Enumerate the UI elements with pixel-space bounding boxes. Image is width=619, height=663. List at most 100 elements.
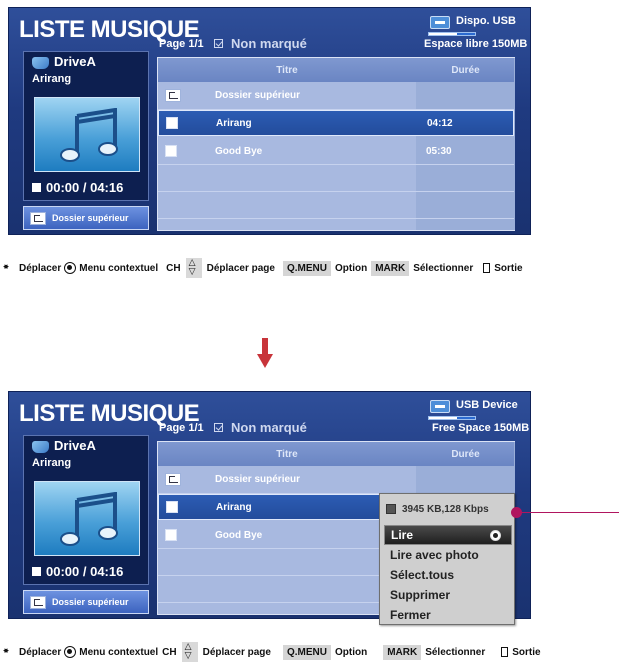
exit-icon <box>501 647 509 657</box>
menu-item-delete[interactable]: Supprimer <box>384 585 512 605</box>
help-context: Menu contextuel <box>79 262 159 274</box>
row-title: Arirang <box>216 117 252 129</box>
ok-button-icon <box>64 262 77 274</box>
menu-item-label: Lire <box>391 528 414 542</box>
row-checkbox[interactable] <box>165 529 177 541</box>
callout-line <box>519 512 619 513</box>
help-select: Sélectionner <box>425 646 486 658</box>
arrows-icon <box>3 645 16 658</box>
table-row[interactable]: Arirang 04:12 <box>158 110 514 136</box>
usb-free-space: Free Space 150MB <box>432 422 530 434</box>
usb-device-label: USB Device <box>456 399 518 411</box>
menu-item-play-with-photo[interactable]: Lire avec photo <box>384 545 512 565</box>
usb-free-space: Espace libre 150MB <box>424 38 528 50</box>
menu-item-label: Supprimer <box>390 588 451 602</box>
file-info: 3945 KB,128 Kbps <box>380 496 514 522</box>
mark-status: Non marqué <box>214 36 307 51</box>
menu-item-label: Sélect.tous <box>390 568 455 582</box>
mark-status: Non marqué <box>214 420 307 435</box>
row-checkbox[interactable] <box>165 145 177 157</box>
help-option: Option <box>334 646 368 658</box>
row-title: Arirang <box>216 501 252 513</box>
row-title: Good Bye <box>215 529 263 541</box>
table-header: Titre Durée <box>158 58 514 82</box>
checkbox-icon <box>214 39 223 48</box>
folder-up-icon <box>165 88 181 102</box>
playback-time: 00:00 / 04:16 <box>32 564 123 579</box>
menu-item-label: Fermer <box>390 608 431 622</box>
row-checkbox[interactable] <box>166 117 178 129</box>
row-title: Good Bye <box>215 145 263 157</box>
arrows-icon <box>3 261 16 274</box>
usb-device-label: Dispo. USB <box>456 15 516 27</box>
table-row[interactable]: Good Bye 05:30 <box>158 138 514 164</box>
usb-space-bar <box>428 32 476 36</box>
help-context: Menu contextuel <box>79 646 159 658</box>
usb-space-fill <box>429 33 457 35</box>
folder-up-icon <box>30 595 46 609</box>
current-track: Arirang <box>32 457 72 469</box>
up-down-icon <box>181 641 198 662</box>
usb-space-bar <box>428 416 476 420</box>
parent-folder-button[interactable]: Dossier supérieur <box>23 590 149 614</box>
usb-space-fill <box>429 417 457 419</box>
row-title: Dossier supérieur <box>215 473 301 485</box>
playback-time: 00:00 / 04:16 <box>32 180 123 195</box>
callout-dot <box>511 507 522 518</box>
help-ch: CH <box>162 646 177 658</box>
usb-status: USB Device Free Space 150MB <box>422 398 529 436</box>
table-row[interactable]: Dossier supérieur <box>158 466 514 492</box>
drive-icon <box>32 441 49 453</box>
help-exit: Sortie <box>512 646 541 658</box>
music-note-icon <box>60 492 118 546</box>
row-checkbox[interactable] <box>166 501 178 513</box>
row-title: Dossier supérieur <box>215 89 301 101</box>
help-move: Déplacer <box>19 646 62 658</box>
album-art <box>34 97 140 172</box>
stop-icon <box>32 183 41 192</box>
page-indicator: Page 1/1 <box>159 422 204 434</box>
column-duration: Durée <box>451 448 480 460</box>
folder-up-icon <box>30 211 46 225</box>
help-bar-before: Déplacer Menu contextuel CH Déplacer pag… <box>0 257 619 278</box>
time-label: 00:00 / 04:16 <box>46 180 124 195</box>
mark-status-label: Non marqué <box>231 36 307 51</box>
column-title: Titre <box>276 64 298 76</box>
ok-button-icon <box>64 646 77 658</box>
help-bar-after: Déplacer Menu contextuel CH Déplacer pag… <box>0 641 619 662</box>
info-icon <box>386 504 396 514</box>
drive-icon <box>32 57 49 69</box>
drive-name: DriveA <box>54 438 96 453</box>
column-duration: Durée <box>451 64 480 76</box>
mark-key: MARK <box>371 260 410 276</box>
table-row[interactable]: Dossier supérieur <box>158 82 514 108</box>
help-ch: CH <box>166 262 181 274</box>
file-info-label: 3945 KB,128 Kbps <box>402 503 489 515</box>
page-indicator: Page 1/1 <box>159 38 204 50</box>
folder-up-icon <box>165 472 181 486</box>
menu-item-play[interactable]: Lire <box>384 525 512 545</box>
qmenu-key: Q.MENU <box>282 260 331 276</box>
exit-icon <box>483 263 491 273</box>
now-playing-box: DriveA Arirang 00:00 / 04:16 <box>23 51 149 201</box>
mark-key: MARK <box>383 644 422 660</box>
menu-item-label: Lire avec photo <box>390 548 479 562</box>
row-duration: 04:12 <box>427 117 453 129</box>
context-menu: 3945 KB,128 Kbps Lire Lire avec photo Sé… <box>379 493 515 625</box>
column-title: Titre <box>276 448 298 460</box>
mark-status-label: Non marqué <box>231 420 307 435</box>
checkbox-icon <box>214 423 223 432</box>
now-playing-box: DriveA Arirang 00:00 / 04:16 <box>23 435 149 585</box>
qmenu-key: Q.MENU <box>282 644 331 660</box>
up-down-icon <box>185 257 202 278</box>
help-move: Déplacer <box>19 262 62 274</box>
menu-item-close[interactable]: Fermer <box>384 605 512 625</box>
parent-folder-button[interactable]: Dossier supérieur <box>23 206 149 230</box>
menu-item-select-all[interactable]: Sélect.tous <box>384 565 512 585</box>
usb-icon <box>430 16 450 29</box>
current-track: Arirang <box>32 73 72 85</box>
help-select: Sélectionner <box>413 262 474 274</box>
help-page-move: Déplacer page <box>206 262 275 274</box>
help-page-move: Déplacer page <box>202 646 271 658</box>
usb-status: Dispo. USB Espace libre 150MB <box>422 14 527 52</box>
